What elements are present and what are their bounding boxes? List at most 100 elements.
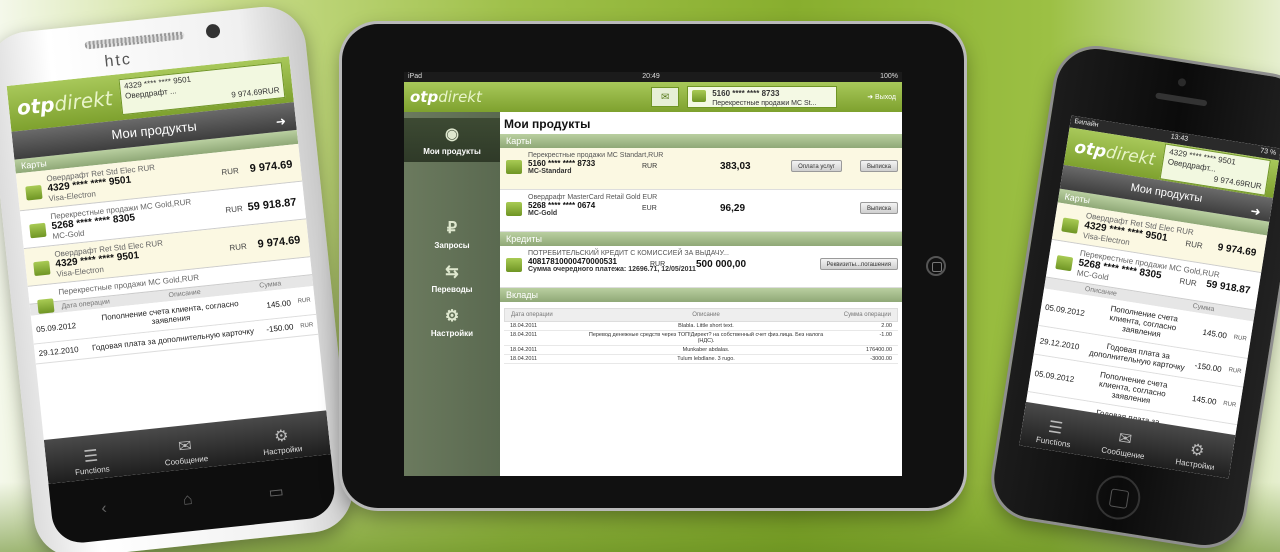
ipad-screen: iPad 20:49 100% otpdirekt ✉ 5160 **** **… <box>404 72 902 476</box>
tx-desc: Tulum lebdlane. 3 rugo. <box>677 356 735 362</box>
status-bar: iPad 20:49 100% <box>404 72 902 82</box>
sidebar-item-requests[interactable]: ₽ Запросы <box>404 212 500 256</box>
tab-functions[interactable]: ☰ Functions <box>1035 415 1074 450</box>
status-device: iPad <box>408 73 423 80</box>
credit-currency: RUR <box>650 261 666 268</box>
statement-button[interactable]: Выписка <box>859 202 898 214</box>
tx-amount: -1.00 <box>879 332 892 338</box>
account-number: 5160 **** **** 8733 <box>712 89 780 98</box>
card-icon <box>25 184 43 201</box>
credit-icon <box>506 258 522 272</box>
tx-amount: 145.00 <box>1201 327 1228 341</box>
sidebar-item-settings[interactable]: ⚙ Настройки <box>404 300 500 344</box>
sidebar-item-transfers[interactable]: ⇆ Переводы <box>404 256 500 300</box>
card-icon <box>1061 217 1080 234</box>
credit-name: ПОТРЕБИТЕЛЬСКИЙ КРЕДИТ С КОМИССИЕЙ ЗА ВЫ… <box>528 250 729 257</box>
credit-details-button[interactable]: Реквизиты...погашения <box>819 258 898 270</box>
card-currency: RUR <box>221 166 240 177</box>
section-cards: Карты <box>500 134 902 148</box>
tx-amount: 145.00 <box>1191 393 1218 407</box>
sidebar: ◉ Мои продукты ₽ Запросы ⇆ Переводы ⚙ Настро… <box>404 112 500 476</box>
ruble-icon: ₽ <box>446 220 458 237</box>
sidebar-item-products[interactable]: ◉ Мои продукты <box>404 118 500 162</box>
otpdirekt-logo[interactable]: otpdirekt <box>410 88 482 106</box>
exit-label: Выход <box>875 94 896 101</box>
recent-key-icon[interactable]: ▭ <box>268 481 285 502</box>
card-row[interactable]: Перекрестные продажи MC Standart,RUR 5160… <box>500 148 902 190</box>
account-selector[interactable]: 5160 **** **** 8733 Перекрестные продажи… <box>687 86 838 108</box>
card-type: MC-Gold <box>528 210 558 217</box>
tx-date: 18.04.2011 <box>510 347 538 353</box>
tx-date: 29.12.2010 <box>1039 335 1081 352</box>
card-name: Перекрестные продажи MC Standart,RUR <box>528 152 664 159</box>
home-button-icon[interactable] <box>926 256 946 276</box>
tab-messages[interactable]: ✉ Сообщение <box>1101 426 1149 461</box>
exit-icon[interactable]: ➜ <box>274 107 287 136</box>
status-time: 20:49 <box>642 73 660 80</box>
credit-amount: 500 000,00 <box>696 259 747 270</box>
tx-row[interactable]: 18.04.2011 Munkaber abdalas. 176400.00 <box>504 346 898 355</box>
tx-date: 18.04.2011 <box>510 323 538 329</box>
tx-amount: -150.00 <box>1194 360 1223 374</box>
page-title: Мои продукты <box>1129 181 1204 205</box>
tx-date: 05.09.2012 <box>1033 368 1075 385</box>
card-icon <box>506 160 522 174</box>
exit-icon[interactable]: ➜ <box>1249 199 1263 224</box>
card-icon <box>29 222 47 239</box>
card-currency: EUR <box>642 205 657 212</box>
iphone-device: Билайн 13:43 73 % otpdirekt 4329 **** **… <box>988 43 1280 551</box>
htc-phone: htc otpdirekt 4329 **** **** 9501 Овердр… <box>0 2 357 552</box>
tx-currency: RUR <box>300 321 314 330</box>
card-name: Овердрафт MasterCard Retail Gold EUR <box>528 194 658 201</box>
home-key-icon[interactable]: ⌂ <box>182 491 194 510</box>
tx-desc: Munkaber abdalas. <box>682 347 730 353</box>
mail-icon[interactable]: ✉ <box>651 87 680 107</box>
tx-row[interactable]: 18.04.2011 Blabla. Little short text. 2.00 <box>504 322 898 331</box>
tx-date: 29.12.2010 <box>38 344 80 359</box>
statement-button[interactable]: Выписка <box>859 160 898 172</box>
tx-currency: RUR <box>1222 400 1237 409</box>
status-battery: 100% <box>880 73 898 80</box>
tx-header-date: Дата операции <box>511 312 553 318</box>
sidebar-label: Запросы <box>434 241 470 250</box>
card-currency: RUR <box>228 241 248 253</box>
card-row[interactable]: Овердрафт MasterCard Retail Gold EUR 5268… <box>500 190 902 232</box>
logo-main: otp <box>15 92 56 120</box>
tx-currency: RUR <box>1228 367 1242 376</box>
otpdirekt-logo[interactable]: otpdirekt <box>1073 137 1157 169</box>
section-deposits: Вклады <box>500 288 902 302</box>
card-amount: 96,29 <box>720 203 746 214</box>
htc-brand-label: htc <box>103 50 133 71</box>
logo-sub: direkt <box>53 86 114 117</box>
app-header: otpdirekt ✉ 5160 **** **** 8733 Перекрес… <box>404 82 902 112</box>
card-number: 5268 **** **** 0674 <box>528 201 596 210</box>
sidebar-label: Переводы <box>431 285 473 294</box>
tab-settings[interactable]: ⚙ Настройки <box>261 424 303 458</box>
sidebar-label: Настройки <box>430 329 474 338</box>
exit-button[interactable]: ➜ Выход <box>867 93 896 101</box>
tab-functions[interactable]: ☰ Functions <box>73 444 110 477</box>
tab-settings[interactable]: ⚙ Настройки <box>1175 437 1218 472</box>
back-key-icon[interactable]: ‹ <box>100 500 107 518</box>
pay-services-button[interactable]: Оплата услуг <box>791 160 842 172</box>
logo-sub: direkt <box>1104 142 1157 170</box>
tx-row[interactable]: 18.04.2011 Перевод денежные средств через… <box>504 331 898 346</box>
tx-amount: -150.00 <box>265 322 294 335</box>
tx-header-desc: Описание <box>692 312 720 318</box>
card-icon <box>506 202 522 216</box>
tx-date: 18.04.2011 <box>510 332 538 338</box>
logo-sub: direkt <box>438 88 482 106</box>
gear-icon: ⚙ <box>444 308 460 325</box>
tab-messages[interactable]: ✉ Сообщение <box>162 434 208 468</box>
tx-desc: Blabla. Little short text. <box>678 323 734 329</box>
tx-currency: RUR <box>1233 334 1248 343</box>
credit-row[interactable]: ПОТРЕБИТЕЛЬСКИЙ КРЕДИТ С КОМИССИЕЙ ЗА ВЫ… <box>500 246 902 288</box>
section-credits: Кредиты <box>500 232 902 246</box>
card-amount: 383,03 <box>720 161 751 172</box>
account-name: Перекрестные продажи MC St... <box>712 100 817 108</box>
tx-row[interactable]: 18.04.2011 Tulum lebdlane. 3 rugo. -3000.0… <box>504 355 898 364</box>
htc-screen: otpdirekt 4329 **** **** 9501 Овердрафт … <box>6 56 331 484</box>
card-icon <box>1055 255 1074 272</box>
otpdirekt-logo[interactable]: otpdirekt <box>16 86 114 120</box>
tx-currency: RUR <box>297 297 312 305</box>
